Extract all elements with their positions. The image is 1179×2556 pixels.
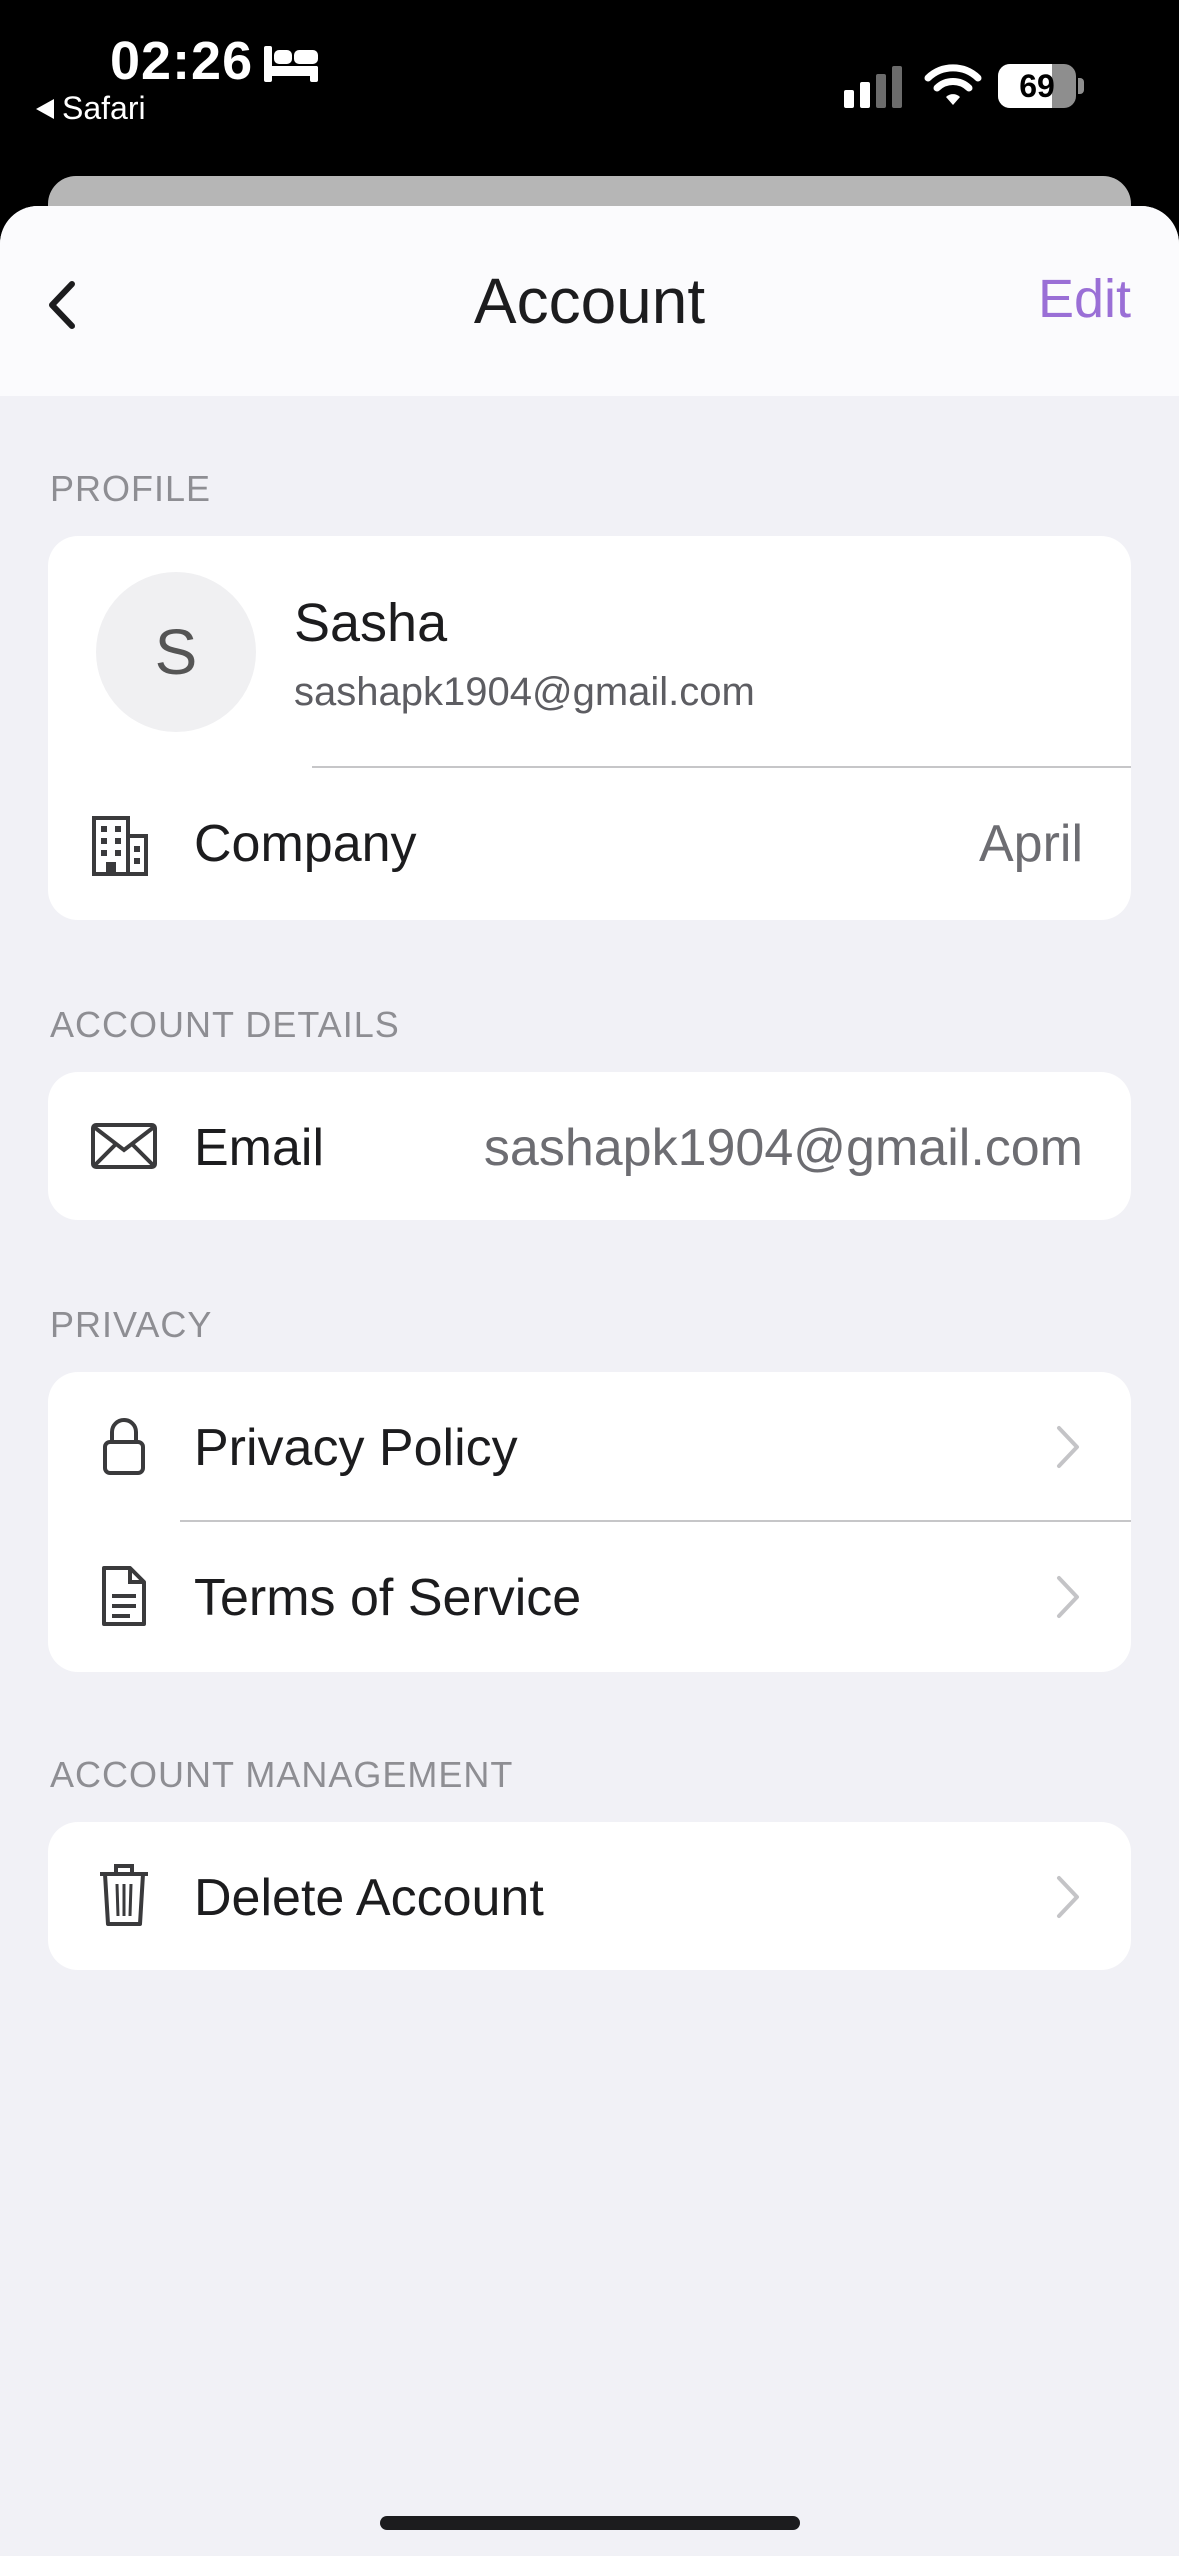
section-label-account-management: ACCOUNT MANAGEMENT — [50, 1754, 514, 1795]
privacy-policy-row[interactable]: Privacy Policy — [48, 1372, 1131, 1522]
account-sheet: Account Edit PROFILE S Sasha sashapk1904… — [0, 206, 1179, 2556]
company-row[interactable]: Company April — [48, 768, 1131, 920]
avatar: S — [96, 572, 256, 732]
company-label: Company — [194, 815, 417, 873]
back-to-app-link[interactable]: Safari — [36, 90, 146, 127]
bed-icon — [264, 46, 318, 82]
terms-of-service-row[interactable]: Terms of Service — [48, 1522, 1131, 1672]
delete-account-row[interactable]: Delete Account — [48, 1822, 1131, 1970]
section-label-account-details: ACCOUNT DETAILS — [50, 1004, 400, 1045]
status-bar: 02:26 Safari 69 — [0, 0, 1179, 200]
email-row[interactable]: Email sashapk1904@gmail.com — [48, 1072, 1131, 1220]
email-label: Email — [194, 1119, 325, 1177]
privacy-card: Privacy Policy Terms of Service — [48, 1372, 1131, 1672]
terms-of-service-label: Terms of Service — [194, 1569, 582, 1627]
chevron-right-icon — [1057, 1576, 1079, 1618]
profile-row[interactable]: S Sasha sashapk1904@gmail.com — [48, 536, 1131, 768]
email-value: sashapk1904@gmail.com — [483, 1119, 1083, 1177]
edit-button[interactable]: Edit — [1038, 268, 1131, 330]
section-label-profile: PROFILE — [50, 468, 212, 509]
back-app-label: Safari — [62, 90, 146, 126]
page-title: Account — [473, 265, 706, 337]
trash-icon — [100, 1864, 148, 1926]
account-management-card: Delete Account — [48, 1822, 1131, 1970]
section-label-privacy: PRIVACY — [50, 1304, 213, 1345]
status-time: 02:26 — [110, 31, 254, 91]
profile-email: sashapk1904@gmail.com — [294, 670, 755, 714]
privacy-policy-label: Privacy Policy — [194, 1419, 518, 1477]
document-icon — [102, 1566, 146, 1626]
home-indicator[interactable] — [380, 2516, 800, 2530]
signal-icon — [844, 66, 902, 108]
account-details-card: Email sashapk1904@gmail.com — [48, 1072, 1131, 1220]
chevron-right-icon — [1057, 1426, 1079, 1468]
delete-account-label: Delete Account — [194, 1869, 544, 1927]
battery-percent: 69 — [1019, 68, 1055, 104]
envelope-icon — [91, 1123, 157, 1169]
battery-cap — [1078, 78, 1084, 94]
lock-icon — [103, 1418, 145, 1475]
chevron-right-icon — [1057, 1876, 1079, 1918]
company-value: April — [978, 815, 1083, 873]
navigation-bar: Account Edit — [0, 206, 1179, 396]
back-triangle-icon — [36, 98, 54, 119]
profile-card: S Sasha sashapk1904@gmail.com Company Ap… — [48, 536, 1131, 920]
profile-name: Sasha — [294, 593, 448, 653]
battery-icon: 69 — [998, 64, 1076, 108]
wifi-icon — [924, 64, 982, 105]
building-icon — [92, 816, 148, 876]
